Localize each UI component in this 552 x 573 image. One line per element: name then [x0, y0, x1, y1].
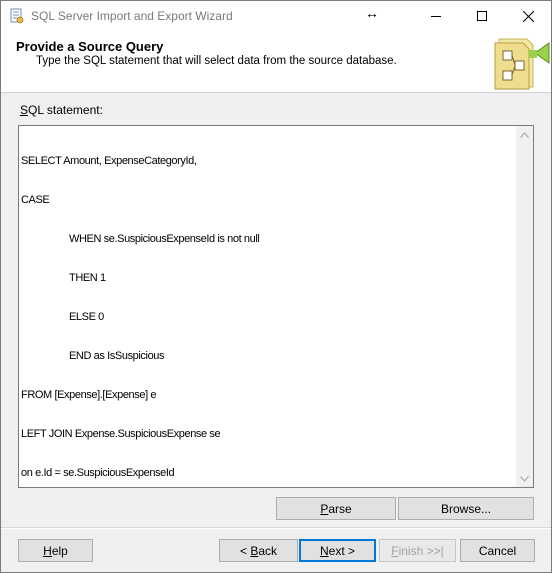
wizard-header: Provide a Source Query Type the SQL stat… [1, 31, 551, 93]
parse-label: arse [328, 501, 352, 516]
window-title: SQL Server Import and Export Wizard [31, 9, 233, 23]
help-mnemonic: H [43, 543, 52, 558]
parse-mnemonic: P [320, 501, 329, 516]
minimize-button[interactable] [413, 1, 459, 31]
page-subtitle: Type the SQL statement that will select … [36, 55, 397, 67]
back-mnemonic: B [250, 543, 259, 558]
next-button[interactable]: Next > [299, 539, 376, 562]
sql-line: THEN 1 [69, 272, 106, 284]
resize-cursor-icon: ↔ [365, 5, 379, 21]
browse-button[interactable]: Browse... [398, 497, 534, 520]
help-button[interactable]: Help [18, 539, 93, 562]
scroll-up-button[interactable] [516, 126, 533, 143]
browse-label: Browse... [440, 501, 491, 516]
sql-line: FROM [Expense].[Expense] e [21, 389, 157, 401]
scroll-down-button[interactable] [516, 470, 533, 487]
finish-label: inish >>| [398, 543, 444, 558]
sql-statement-textarea[interactable]: SELECT Amount, ExpenseCategoryId, CASE W… [18, 125, 534, 488]
page-title: Provide a Source Query [16, 39, 164, 54]
wizard-window: SQL Server Import and Export Wizard ↔ Pr… [0, 0, 552, 573]
help-label: elp [51, 543, 68, 558]
sql-label-text: QL statement: [28, 103, 103, 117]
close-button[interactable] [505, 1, 551, 31]
cancel-button[interactable]: Cancel [460, 539, 535, 562]
back-label: ack [258, 543, 278, 558]
wizard-graphic-icon [494, 38, 550, 90]
next-label: ext > [328, 543, 356, 558]
sql-label-mnemonic: S [20, 103, 29, 117]
sql-line: ELSE 0 [69, 311, 104, 323]
chevron-up-icon [520, 131, 529, 138]
vertical-scrollbar[interactable] [516, 126, 533, 487]
maximize-button[interactable] [459, 1, 505, 31]
sql-line: SELECT Amount, ExpenseCategoryId, [21, 155, 197, 167]
maximize-icon [477, 11, 487, 21]
sql-text[interactable]: SELECT Amount, ExpenseCategoryId, CASE W… [21, 129, 260, 487]
close-icon [522, 10, 534, 22]
chevron-down-icon [520, 475, 529, 482]
sql-line: WHEN se.SuspiciousExpenseId is not null [69, 233, 260, 245]
back-button[interactable]: < Back [219, 539, 298, 562]
title-bar[interactable]: SQL Server Import and Export Wizard ↔ [1, 1, 551, 31]
back-prefix: < [239, 543, 251, 558]
parse-button[interactable]: Parse [276, 497, 396, 520]
sql-line: CASE [21, 194, 50, 206]
sql-line: END as IsSuspicious [69, 350, 165, 362]
sql-line: LEFT JOIN Expense.SuspiciousExpense se [21, 428, 221, 440]
footer-separator-highlight [1, 528, 551, 529]
sql-line: on e.Id = se.SuspiciousExpenseId [21, 467, 175, 479]
app-icon [10, 8, 24, 24]
finish-mnemonic: F [391, 543, 399, 558]
finish-button[interactable]: Finish >>| [379, 539, 456, 562]
minimize-icon [431, 16, 441, 17]
cancel-label: Cancel [478, 543, 517, 558]
sql-statement-label: SQL statement: [20, 103, 103, 117]
next-mnemonic: N [319, 543, 329, 558]
